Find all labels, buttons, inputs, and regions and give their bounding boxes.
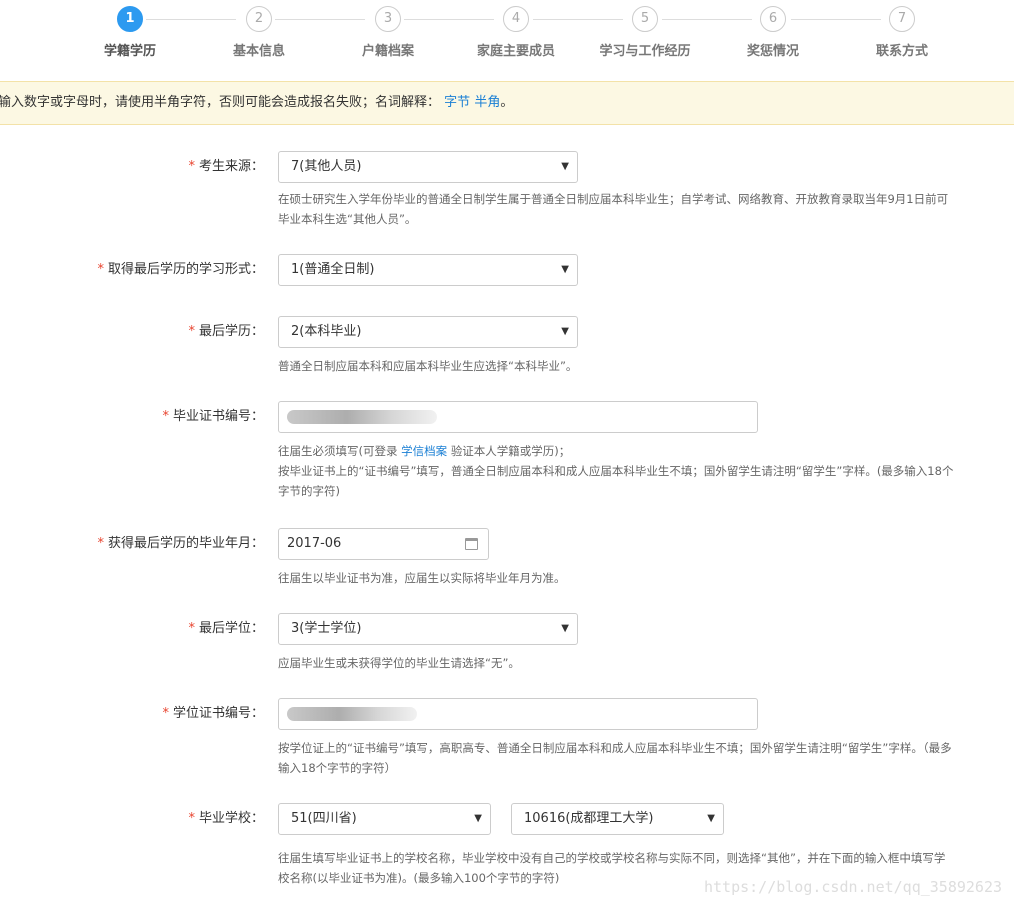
registration-form-page: 1 学籍学历 2 基本信息 3 户籍档案 4 家庭主要成员 5 学习与工作经历 … <box>0 0 1014 906</box>
redacted-value <box>287 410 437 424</box>
step-label: 家庭主要成员 <box>476 44 555 59</box>
step-label: 联系方式 <box>875 44 928 59</box>
field-label: * 考生来源： <box>188 159 264 174</box>
last-education-select[interactable]: 2(本科毕业) ▼ <box>278 316 578 348</box>
caret-down-icon: ▼ <box>474 813 482 824</box>
watermark: https://blog.csdn.net/qq_35892623 <box>703 878 1002 896</box>
required-mark: * <box>162 706 169 721</box>
field-label: * 毕业证书编号： <box>162 409 264 424</box>
diploma-no-input[interactable] <box>278 401 758 433</box>
degree-cert-no-help: 按学位证上的“证书编号”填写，高职高专、普通全日制应届本科和成人应届本科毕业生不… <box>278 741 952 775</box>
field-label: * 获得最后学历的毕业年月： <box>97 536 264 551</box>
last-degree-select[interactable]: 3(学士学位) ▼ <box>278 613 578 645</box>
degree-cert-no-input[interactable] <box>278 698 758 730</box>
step-number: 4 <box>503 6 529 32</box>
caret-down-icon: ▼ <box>561 161 569 172</box>
notice-end: 。 <box>500 95 514 110</box>
school-name-select[interactable]: 10616(成都理工大学) ▼ <box>511 803 724 835</box>
notice-banner: 输入数字或字母时，请使用半角字符，否则可能会造成报名失败；名词解释： 字节 半角… <box>0 81 1014 125</box>
step-number: 6 <box>760 6 786 32</box>
step-number: 7 <box>889 6 915 32</box>
caret-down-icon: ▼ <box>561 264 569 275</box>
step-label: 基本信息 <box>232 44 285 59</box>
notice-text: 输入数字或字母时，请使用半角字符，否则可能会造成报名失败；名词解释： <box>0 95 441 110</box>
step-number: 2 <box>246 6 272 32</box>
link-chsi-archive[interactable]: 学信档案 <box>401 444 447 458</box>
school-province-select[interactable]: 51(四川省) ▼ <box>278 803 491 835</box>
field-label: * 取得最后学历的学习形式： <box>97 262 264 277</box>
step-progress: 1 学籍学历 2 基本信息 3 户籍档案 4 家庭主要成员 5 学习与工作经历 … <box>0 0 1014 80</box>
calendar-icon[interactable] <box>465 538 478 550</box>
step-3[interactable]: 3 户籍档案 <box>323 6 453 59</box>
step-number: 5 <box>632 6 658 32</box>
step-6[interactable]: 6 奖惩情况 <box>708 6 838 59</box>
study-form-select[interactable]: 1(普通全日制) ▼ <box>278 254 578 286</box>
source-select[interactable]: 7(其他人员) ▼ <box>278 151 578 183</box>
link-halfwidth[interactable]: 半角 <box>474 95 500 110</box>
step-label: 奖惩情况 <box>746 44 799 59</box>
last-degree-help: 应届毕业生或未获得学位的毕业生请选择“无”。 <box>278 656 520 670</box>
link-byte[interactable]: 字节 <box>444 95 470 110</box>
field-label: * 毕业学校： <box>188 811 264 826</box>
required-mark: * <box>162 409 169 424</box>
step-label: 学籍学历 <box>103 44 156 59</box>
step-number: 3 <box>375 6 401 32</box>
required-mark: * <box>188 811 195 826</box>
required-mark: * <box>97 536 104 551</box>
step-number: 1 <box>117 6 143 32</box>
required-mark: * <box>188 159 195 174</box>
field-label: * 最后学历： <box>188 324 264 339</box>
caret-down-icon: ▼ <box>561 326 569 337</box>
redacted-value <box>287 707 417 721</box>
field-label: * 学位证书编号： <box>162 706 264 721</box>
step-2[interactable]: 2 基本信息 <box>194 6 324 59</box>
step-7[interactable]: 7 联系方式 <box>837 6 967 59</box>
last-education-help: 普通全日制应届本科和应届本科毕业生应选择“本科毕业”。 <box>278 359 578 373</box>
step-label: 学习与工作经历 <box>599 44 691 59</box>
step-5[interactable]: 5 学习与工作经历 <box>580 6 710 59</box>
step-label: 户籍档案 <box>361 44 414 59</box>
step-4[interactable]: 4 家庭主要成员 <box>451 6 581 59</box>
caret-down-icon: ▼ <box>707 813 715 824</box>
required-mark: * <box>97 262 104 277</box>
grad-date-input[interactable]: 2017-06 <box>278 528 489 560</box>
caret-down-icon: ▼ <box>561 623 569 634</box>
required-mark: * <box>188 621 195 636</box>
required-mark: * <box>188 324 195 339</box>
field-label: * 最后学位： <box>188 621 264 636</box>
step-1[interactable]: 1 学籍学历 <box>65 6 195 59</box>
diploma-no-help: 往届生必须填写(可登录 学信档案 验证本人学籍或学历)； 按毕业证书上的“证书编… <box>278 444 954 498</box>
source-help: 在硕士研究生入学年份毕业的普通全日制学生属于普通全日制应届本科毕业生；自学考试、… <box>278 192 949 226</box>
grad-date-help: 往届生以毕业证书为准，应届生以实际将毕业年月为准。 <box>278 571 566 585</box>
